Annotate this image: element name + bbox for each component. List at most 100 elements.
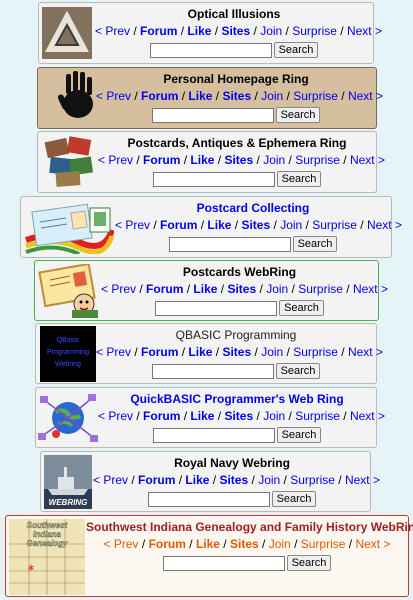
prev-link[interactable]: < Prev bbox=[96, 345, 131, 359]
ring-title[interactable]: QuickBASIC Programmer's Web Ring bbox=[98, 392, 376, 407]
next-link[interactable]: Next > bbox=[348, 89, 383, 103]
like-link[interactable]: Like bbox=[187, 24, 211, 38]
next-link[interactable]: Next > bbox=[345, 473, 380, 487]
prev-link[interactable]: < Prev bbox=[101, 282, 136, 296]
surprise-link[interactable]: Surprise bbox=[290, 473, 335, 487]
surprise-link[interactable]: Surprise bbox=[292, 24, 337, 38]
forum-link[interactable]: Forum bbox=[138, 473, 175, 487]
like-link[interactable]: Like bbox=[196, 537, 220, 551]
ring-title[interactable]: Personal Homepage Ring bbox=[96, 72, 376, 87]
sites-link[interactable]: Sites bbox=[230, 537, 259, 551]
sites-link[interactable]: Sites bbox=[222, 89, 251, 103]
search-input[interactable] bbox=[152, 171, 275, 187]
search-button[interactable]: Search bbox=[292, 236, 338, 252]
surprise-link[interactable]: Surprise bbox=[295, 409, 340, 423]
sites-link[interactable]: Sites bbox=[224, 153, 253, 167]
prev-link[interactable]: < Prev bbox=[115, 218, 150, 232]
ring-title[interactable]: Optical Illusions bbox=[95, 7, 373, 22]
prev-link[interactable]: < Prev bbox=[98, 409, 133, 423]
sites-link[interactable]: Sites bbox=[219, 473, 248, 487]
forum-link[interactable]: Forum bbox=[140, 24, 177, 38]
prev-link[interactable]: < Prev bbox=[93, 473, 128, 487]
surprise-link[interactable]: Surprise bbox=[298, 282, 343, 296]
search-button[interactable]: Search bbox=[273, 42, 319, 58]
join-link[interactable]: Join bbox=[266, 282, 288, 296]
next-link[interactable]: Next > bbox=[350, 153, 385, 167]
search-button[interactable]: Search bbox=[271, 491, 317, 507]
forum-link[interactable]: Forum bbox=[160, 218, 197, 232]
ring-title[interactable]: Southwest Indiana Genealogy and Family H… bbox=[86, 520, 413, 535]
surprise-link[interactable]: Surprise bbox=[301, 537, 346, 551]
search-input[interactable] bbox=[162, 555, 285, 571]
prev-link[interactable]: < Prev bbox=[95, 24, 130, 38]
handprint-icon[interactable] bbox=[58, 70, 100, 126]
join-link[interactable]: Join bbox=[258, 473, 280, 487]
forum-link[interactable]: Forum bbox=[143, 409, 180, 423]
join-link[interactable]: Join bbox=[263, 409, 285, 423]
like-link[interactable]: Like bbox=[207, 218, 231, 232]
search-button[interactable]: Search bbox=[286, 555, 332, 571]
ring-title[interactable]: QBASIC Programming bbox=[96, 328, 376, 343]
postcard-cartoon-icon[interactable] bbox=[38, 264, 100, 318]
sites-link[interactable]: Sites bbox=[227, 282, 256, 296]
postcard-stamp-icon[interactable] bbox=[24, 200, 114, 254]
search-input[interactable] bbox=[149, 42, 272, 58]
sites-link[interactable]: Sites bbox=[222, 345, 251, 359]
svg-text:QBasic: QBasic bbox=[57, 337, 80, 344]
surprise-link[interactable]: Surprise bbox=[312, 218, 357, 232]
search-input[interactable] bbox=[155, 300, 278, 316]
ring-title[interactable]: Postcards WebRing bbox=[101, 265, 378, 280]
prev-link[interactable]: < Prev bbox=[96, 89, 131, 103]
indiana-map-icon[interactable]: Southwest Indiana Genealogy * bbox=[9, 519, 85, 595]
search-button[interactable]: Search bbox=[275, 363, 321, 379]
next-link[interactable]: Next > bbox=[353, 282, 388, 296]
search-input[interactable] bbox=[168, 236, 291, 252]
like-link[interactable]: Like bbox=[188, 345, 212, 359]
search-input[interactable] bbox=[151, 363, 274, 379]
surprise-link[interactable]: Surprise bbox=[293, 89, 338, 103]
forum-link[interactable]: Forum bbox=[141, 89, 178, 103]
search-input[interactable] bbox=[152, 427, 275, 443]
join-link[interactable]: Join bbox=[263, 153, 285, 167]
like-link[interactable]: Like bbox=[190, 409, 214, 423]
ring-title[interactable]: Royal Navy Webring bbox=[93, 456, 371, 471]
forum-link[interactable]: Forum bbox=[141, 345, 178, 359]
forum-link[interactable]: Forum bbox=[149, 537, 186, 551]
next-link[interactable]: Next > bbox=[348, 345, 383, 359]
sites-link[interactable]: Sites bbox=[241, 218, 270, 232]
ring-title[interactable]: Postcard Collecting bbox=[115, 201, 391, 216]
like-link[interactable]: Like bbox=[190, 153, 214, 167]
forum-link[interactable]: Forum bbox=[143, 153, 180, 167]
search-input[interactable] bbox=[147, 491, 270, 507]
search-button[interactable]: Search bbox=[276, 171, 322, 187]
search-button[interactable]: Search bbox=[276, 427, 322, 443]
next-link[interactable]: Next > bbox=[350, 409, 385, 423]
like-link[interactable]: Like bbox=[193, 282, 217, 296]
prev-link[interactable]: < Prev bbox=[98, 153, 133, 167]
search-button[interactable]: Search bbox=[275, 107, 321, 123]
qbasic-logo-icon[interactable]: QBasic Programming Webring bbox=[40, 326, 96, 382]
prev-link[interactable]: < Prev bbox=[104, 537, 139, 551]
join-link[interactable]: Join bbox=[269, 537, 291, 551]
next-link[interactable]: Next > bbox=[355, 537, 390, 551]
join-link[interactable]: Join bbox=[280, 218, 302, 232]
surprise-link[interactable]: Surprise bbox=[295, 153, 340, 167]
like-link[interactable]: Like bbox=[188, 89, 212, 103]
sites-link[interactable]: Sites bbox=[221, 24, 250, 38]
search-button[interactable]: Search bbox=[279, 300, 324, 316]
join-link[interactable]: Join bbox=[261, 345, 283, 359]
postcard-collage-icon[interactable] bbox=[42, 134, 98, 190]
forum-link[interactable]: Forum bbox=[146, 282, 183, 296]
next-link[interactable]: Next > bbox=[367, 218, 402, 232]
like-link[interactable]: Like bbox=[185, 473, 209, 487]
next-link[interactable]: Next > bbox=[347, 24, 382, 38]
impossible-triangle-icon[interactable] bbox=[42, 7, 92, 59]
surprise-link[interactable]: Surprise bbox=[293, 345, 338, 359]
join-link[interactable]: Join bbox=[260, 24, 282, 38]
search-input[interactable] bbox=[151, 107, 274, 123]
warship-icon[interactable]: WEBRING bbox=[44, 455, 92, 509]
join-link[interactable]: Join bbox=[261, 89, 283, 103]
globe-network-icon[interactable] bbox=[38, 390, 98, 446]
sites-link[interactable]: Sites bbox=[224, 409, 253, 423]
ring-title[interactable]: Postcards, Antiques & Ephemera Ring bbox=[98, 136, 376, 151]
